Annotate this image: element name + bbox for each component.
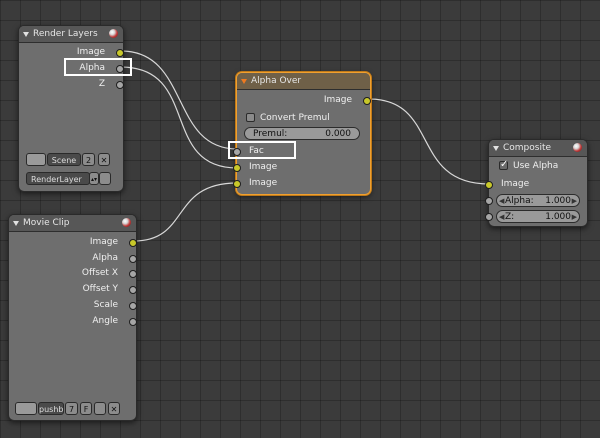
collapse-triangle-icon[interactable]: [493, 146, 499, 151]
open-clip-folder-icon[interactable]: [94, 402, 106, 415]
alpha-value: 1.000: [545, 196, 571, 206]
checkmark-icon: ✓: [500, 159, 509, 170]
input-socket-image[interactable]: [485, 181, 493, 189]
collapse-triangle-icon[interactable]: [23, 32, 29, 37]
output-label-alpha: Alpha: [92, 253, 118, 263]
clip-selector-icon[interactable]: [15, 402, 37, 415]
output-label-image: Image: [323, 95, 352, 105]
render-layer-select[interactable]: RenderLayer: [26, 172, 90, 185]
output-socket-scale[interactable]: [129, 302, 137, 310]
link-alpha-over-image-to-composite: [368, 98, 490, 185]
close-icon: ✕: [110, 405, 118, 414]
input-socket-z[interactable]: [485, 213, 493, 221]
z-value: 1.000: [545, 212, 571, 222]
movie-clip-title: Movie Clip: [23, 218, 70, 228]
input-socket-image-1[interactable]: [233, 164, 241, 172]
input-label-image: Image: [501, 179, 530, 189]
decrement-arrow-icon[interactable]: ◀: [499, 211, 504, 224]
alpha-over-node[interactable]: Alpha Over Image Convert Premul Premul: …: [233, 72, 371, 195]
premul-slider[interactable]: Premul: 0.000: [244, 127, 360, 140]
increment-arrow-icon[interactable]: ▶: [572, 211, 577, 224]
composite-header[interactable]: Composite: [489, 140, 587, 157]
output-socket-image[interactable]: [363, 97, 371, 105]
unlink-clip-button[interactable]: ✕: [108, 402, 120, 415]
output-socket-alpha[interactable]: [129, 255, 137, 263]
render-layer-value: RenderLayer: [31, 175, 82, 184]
collapse-triangle-icon[interactable]: [13, 221, 19, 226]
render-layers-title: Render Layers: [33, 29, 98, 39]
use-alpha-label: Use Alpha: [513, 161, 559, 171]
link-render-alpha-to-alpha-over-image: [120, 66, 238, 169]
node-editor-canvas[interactable]: Render Layers Image Alpha Z Scene 2 ✕ Re…: [0, 0, 600, 438]
composite-title: Composite: [503, 143, 552, 153]
movie-clip-header[interactable]: Movie Clip: [9, 215, 136, 232]
preview-sphere-icon[interactable]: [573, 143, 582, 152]
preview-sphere-icon[interactable]: [109, 29, 118, 38]
alpha-over-title: Alpha Over: [251, 76, 302, 86]
render-layer-dropdown-arrows-icon[interactable]: ▴▾: [89, 172, 99, 185]
output-socket-angle[interactable]: [129, 318, 137, 326]
output-label-offset-y: Offset Y: [82, 284, 118, 294]
output-label-z: Z: [98, 79, 105, 89]
preview-sphere-icon[interactable]: [122, 218, 131, 227]
clip-users-count: 7: [65, 402, 78, 415]
unlink-scene-button[interactable]: ✕: [98, 153, 110, 166]
convert-premul-label: Convert Premul: [260, 113, 330, 123]
decrement-arrow-icon[interactable]: ◀: [499, 195, 504, 208]
render-layers-node[interactable]: Render Layers Image Alpha Z Scene 2 ✕ Re…: [18, 25, 124, 192]
output-label-scale: Scale: [93, 300, 118, 310]
output-label-angle: Angle: [92, 316, 118, 326]
increment-arrow-icon[interactable]: ▶: [572, 195, 577, 208]
link-render-image-to-alpha-over-fac: [120, 50, 238, 150]
alpha-slider[interactable]: ◀ Alpha: 1.000 ▶: [496, 194, 580, 207]
output-label-image: Image: [89, 237, 118, 247]
use-alpha-checkbox[interactable]: ✓: [499, 159, 509, 170]
output-label-offset-x: Offset X: [81, 268, 118, 278]
z-slider[interactable]: ◀ Z: 1.000 ▶: [496, 210, 580, 223]
input-socket-image-2[interactable]: [233, 180, 241, 188]
render-layers-header[interactable]: Render Layers: [19, 26, 123, 43]
z-label: Z:: [505, 212, 515, 222]
alpha-label: Alpha:: [505, 196, 534, 206]
collapse-triangle-icon[interactable]: [241, 79, 247, 84]
convert-premul-checkbox[interactable]: [246, 113, 255, 122]
render-layer-image-icon[interactable]: [99, 172, 111, 185]
output-socket-offset-y[interactable]: [129, 286, 137, 294]
output-socket-image[interactable]: [129, 239, 137, 247]
output-socket-z[interactable]: [116, 81, 124, 89]
close-icon: ✕: [100, 156, 108, 165]
premul-label: Premul:: [253, 129, 288, 139]
highlight-box-alpha-output: [64, 58, 132, 76]
premul-value: 0.000: [325, 129, 351, 139]
link-movie-clip-image-to-alpha-over-image: [133, 182, 238, 242]
input-label-image-1: Image: [249, 162, 278, 172]
output-socket-image[interactable]: [116, 49, 124, 57]
clip-name-field[interactable]: pushb: [38, 402, 64, 415]
scene-name-field[interactable]: Scene: [47, 153, 81, 166]
fake-user-button[interactable]: F: [80, 402, 92, 415]
scene-selector-icon[interactable]: [26, 153, 46, 166]
input-label-image-2: Image: [249, 178, 278, 188]
highlight-box-fac-input: [228, 141, 296, 159]
input-socket-alpha[interactable]: [485, 197, 493, 205]
alpha-over-header[interactable]: Alpha Over: [237, 73, 370, 90]
composite-node[interactable]: Composite ✓ Use Alpha Image ◀ Alpha: 1.0…: [485, 139, 588, 227]
movie-clip-node[interactable]: Movie Clip Image Alpha Offset X Offset Y…: [8, 214, 137, 421]
scene-users-count: 2: [82, 153, 95, 166]
output-label-image: Image: [76, 47, 105, 57]
output-socket-offset-x[interactable]: [129, 270, 137, 278]
